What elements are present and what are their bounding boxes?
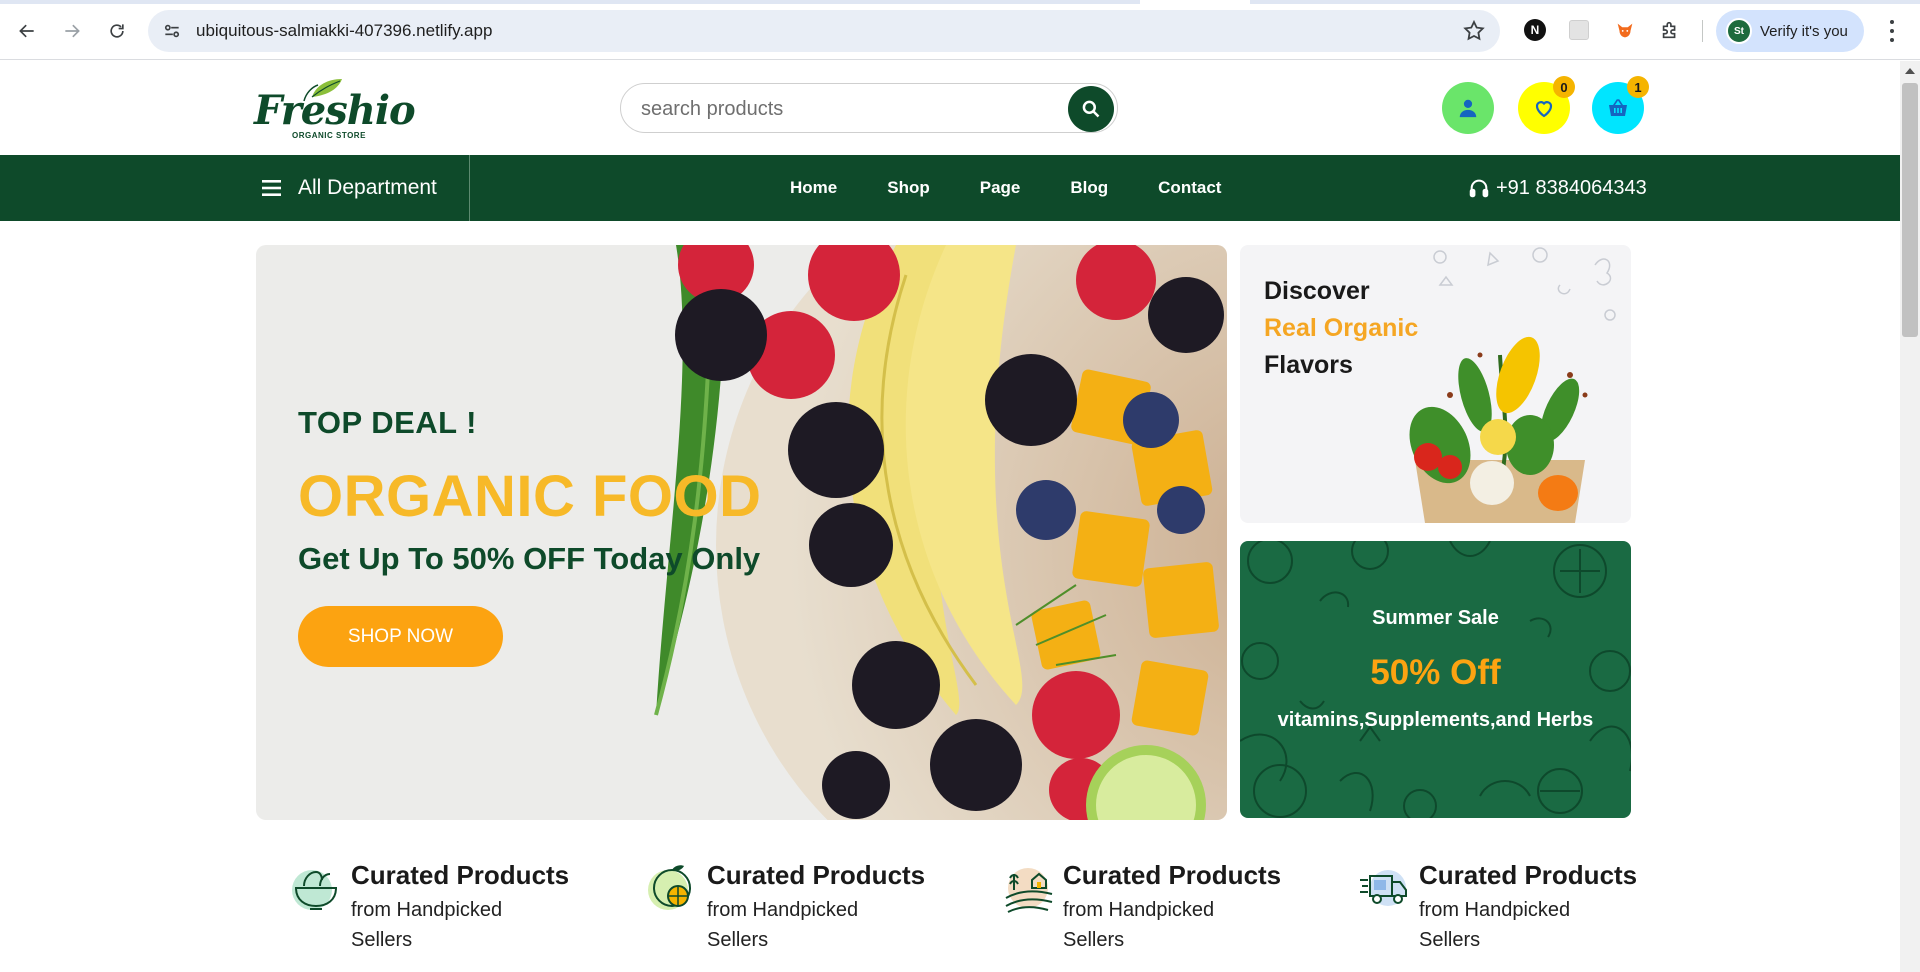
feature-title: Curated Products	[707, 860, 926, 890]
summer-sale-label: Summer Sale	[1372, 607, 1499, 629]
scroll-up-icon[interactable]	[1905, 68, 1915, 74]
feature-item: Curated Products from Handpicked Sellers	[1358, 860, 1658, 960]
feature-title: Curated Products	[1419, 860, 1638, 890]
delivery-truck-icon	[1360, 870, 1407, 906]
fruit-platter-image	[654, 245, 1227, 820]
all-department-button[interactable]: All Department	[262, 155, 437, 221]
profile-verify-button[interactable]: St Verify it's you	[1716, 10, 1864, 52]
summer-sale-banner[interactable]: Summer Sale 50% Off vitamins,Supplements…	[1240, 541, 1631, 818]
account-button[interactable]	[1442, 82, 1494, 134]
search-button[interactable]	[1068, 86, 1114, 132]
nav-link-page[interactable]: Page	[980, 178, 1021, 198]
product-search	[620, 83, 1118, 133]
feature-title: Curated Products	[351, 860, 570, 890]
all-department-label: All Department	[298, 176, 437, 199]
feature-item: Curated Products from Handpicked Sellers	[290, 860, 590, 960]
user-icon	[1459, 99, 1477, 118]
basket-icon	[1609, 99, 1627, 116]
summer-sale-caption: vitamins,Supplements,and Herbs	[1277, 709, 1594, 731]
divider	[469, 155, 470, 221]
site-logo[interactable]: Freshio ORGANIC STORE	[254, 75, 416, 143]
puzzle-extensions-icon[interactable]	[1657, 17, 1683, 43]
feature-title: Curated Products	[1063, 860, 1282, 890]
scroll-thumb[interactable]	[1902, 83, 1918, 337]
tab-strip	[0, 0, 1920, 4]
nav-link-blog[interactable]: Blog	[1070, 178, 1108, 198]
forward-icon[interactable]	[54, 13, 90, 49]
citrus-icon	[648, 865, 691, 910]
menu-icon[interactable]	[1880, 18, 1904, 44]
nav-link-home[interactable]: Home	[790, 178, 837, 198]
nav-menu: Home Shop Page Blog Contact	[790, 155, 1271, 221]
hero-banner: TOP DEAL ! ORGANIC FOOD Get Up To 50% OF…	[256, 245, 1227, 820]
nav-link-shop[interactable]: Shop	[887, 178, 930, 198]
avatar: St	[1726, 18, 1752, 44]
notion-extension-icon[interactable]: N	[1522, 17, 1548, 43]
feature-description: from Handpicked Sellers	[1063, 899, 1215, 951]
discover-line-1: Discover	[1264, 277, 1370, 305]
discover-line-3: Flavors	[1264, 351, 1353, 379]
verify-label: Verify it's you	[1760, 22, 1848, 40]
wishlist-button[interactable]: 0	[1518, 76, 1575, 134]
shop-now-button[interactable]: SHOP NOW	[298, 606, 503, 667]
feature-description: from Handpicked Sellers	[351, 899, 503, 951]
summer-sale-discount: 50% Off	[1370, 653, 1501, 692]
wishlist-count-badge: 0	[1553, 76, 1575, 98]
search-input[interactable]	[641, 96, 1041, 122]
phone-contact[interactable]: +91 8384064343	[1468, 155, 1647, 221]
feature-item: Curated Products from Handpicked Sellers	[646, 860, 946, 960]
logo-subtext: ORGANIC STORE	[292, 131, 366, 140]
back-icon[interactable]	[9, 13, 45, 49]
url-text[interactable]: ubiquitous-salmiakki-407396.netlify.app	[196, 21, 492, 41]
fox-extension-icon[interactable]	[1612, 17, 1638, 43]
hero-subtitle: Get Up To 50% OFF Today Only	[298, 541, 761, 576]
discover-banner[interactable]: Discover Real Organic Flavors	[1240, 245, 1631, 523]
hamburger-icon	[262, 180, 281, 196]
main-navbar: All Department Home Shop Page Blog Conta…	[0, 155, 1900, 221]
extension-icon[interactable]	[1566, 17, 1592, 43]
bookmark-star-icon[interactable]	[1462, 19, 1486, 43]
logo-wordmark: Freshio	[254, 87, 416, 134]
phone-number: +91 8384064343	[1496, 176, 1647, 199]
hero-title: ORGANIC FOOD	[298, 464, 762, 529]
discover-line-2: Real Organic	[1264, 314, 1419, 342]
browser-toolbar: ubiquitous-salmiakki-407396.netlify.app …	[0, 0, 1920, 60]
heart-icon	[1535, 101, 1553, 118]
feature-item: Curated Products from Handpicked Sellers	[1002, 860, 1302, 960]
farm-icon	[1005, 868, 1053, 913]
headphones-icon	[1469, 179, 1489, 198]
reload-icon[interactable]	[99, 13, 135, 49]
address-bar[interactable]: ubiquitous-salmiakki-407396.netlify.app	[148, 10, 1500, 52]
feature-description: from Handpicked Sellers	[1419, 899, 1571, 951]
search-icon	[1082, 100, 1100, 118]
cart-count-badge: 1	[1627, 76, 1649, 98]
salad-bowl-icon	[292, 870, 338, 910]
nav-link-contact[interactable]: Contact	[1158, 178, 1221, 198]
site-header: Freshio ORGANIC STORE 0 1	[0, 61, 1900, 155]
hero-kicker: TOP DEAL !	[298, 405, 477, 440]
page-scrollbar[interactable]	[1900, 61, 1920, 972]
cart-button[interactable]: 1	[1592, 76, 1649, 134]
feature-description: from Handpicked Sellers	[707, 899, 859, 951]
site-settings-icon[interactable]	[154, 13, 190, 49]
